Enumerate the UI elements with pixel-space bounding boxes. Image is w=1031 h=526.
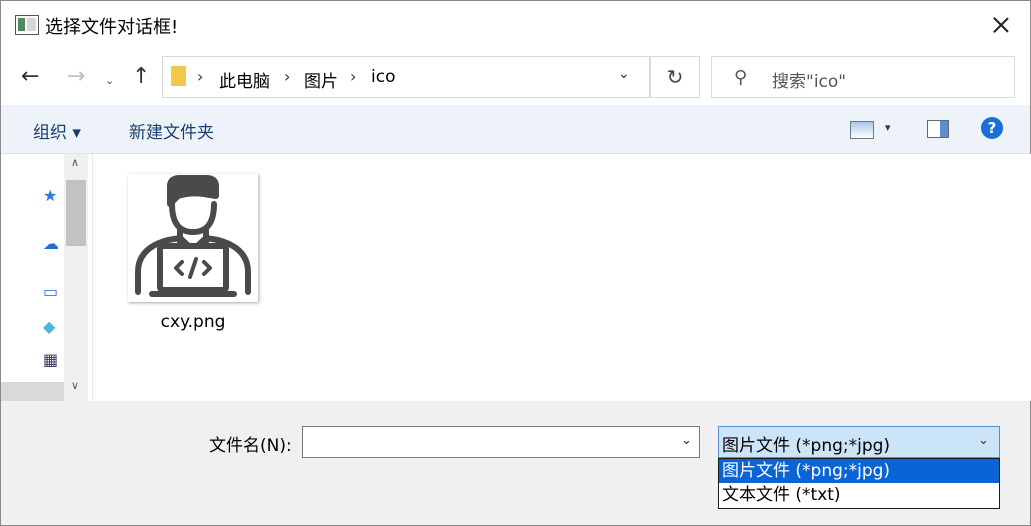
close-button[interactable] — [972, 1, 1030, 49]
videos-icon[interactable]: ▦ — [43, 350, 58, 369]
title-bar: 选择文件对话框! — [1, 1, 1030, 49]
forward-button[interactable]: → — [67, 66, 85, 88]
navigation-bar: ← → ⌄ ↑ › 此电脑 › 图片 › ico ⌄ ↻ ⚲ 搜索"ico" — [1, 49, 1030, 105]
breadcrumb-separator: › — [197, 67, 204, 86]
app-icon — [15, 15, 39, 35]
new-folder-button[interactable]: 新建文件夹 — [129, 118, 214, 143]
filetype-dropdown-list[interactable]: 图片文件 (*png;*jpg) 文本文件 (*txt) — [718, 458, 1000, 509]
back-button[interactable]: ← — [21, 66, 39, 88]
file-dialog-window: 选择文件对话框! ← → ⌄ ↑ › 此电脑 › 图片 › ico ⌄ ↻ ⚲ … — [0, 0, 1031, 526]
address-dropdown-icon[interactable]: ⌄ — [618, 66, 630, 82]
filetype-option-images[interactable]: 图片文件 (*png;*jpg) — [719, 459, 999, 483]
scroll-thumb[interactable] — [66, 180, 86, 246]
filetype-selected-value: 图片文件 (*png;*jpg) — [722, 436, 891, 456]
up-button[interactable]: ↑ — [132, 66, 150, 88]
address-bar[interactable]: › 此电脑 › 图片 › ico ⌄ — [162, 56, 650, 98]
breadcrumb-ico[interactable]: ico — [371, 67, 395, 87]
refresh-button[interactable]: ↻ — [650, 56, 700, 98]
filetype-select[interactable]: 图片文件 (*png;*jpg) ⌄ — [718, 426, 1000, 458]
footer-panel: 文件名(N): ⌄ 图片文件 (*png;*jpg) ⌄ 图片文件 (*png;… — [1, 401, 1030, 525]
view-options-dropdown[interactable]: ▾ — [885, 121, 891, 134]
scroll-down-icon[interactable]: ∨ — [71, 379, 79, 392]
file-name: cxy.png — [160, 312, 226, 332]
onedrive-cloud-icon[interactable]: ☁ — [43, 234, 59, 253]
3d-objects-icon[interactable]: ◆ — [43, 317, 55, 336]
search-icon: ⚲ — [734, 67, 748, 88]
file-list-area: cxy.png — [92, 154, 1031, 401]
quick-access-star-icon[interactable]: ★ — [43, 186, 57, 205]
filetype-option-text[interactable]: 文本文件 (*txt) — [719, 483, 999, 507]
preview-pane-icon[interactable] — [927, 120, 949, 138]
sidebar-selected-item[interactable] — [1, 382, 64, 401]
breadcrumb-this-pc[interactable]: 此电脑 — [219, 67, 270, 92]
filename-label: 文件名(N): — [209, 436, 292, 456]
breadcrumb-separator: › — [350, 67, 357, 86]
window-title: 选择文件对话框! — [45, 17, 179, 38]
search-input[interactable]: 搜索"ico" — [772, 67, 846, 92]
recent-locations-button[interactable]: ⌄ — [105, 70, 114, 92]
help-icon[interactable]: ? — [981, 117, 1003, 139]
command-toolbar: 组织 ▾ 新建文件夹 ▾ ? — [1, 105, 1030, 154]
file-item[interactable]: cxy.png — [126, 172, 260, 342]
navigation-pane: ★ ☁ ▭ ◆ ▦ ∧ ∨ — [1, 154, 91, 401]
organize-button[interactable]: 组织 ▾ — [33, 118, 81, 143]
view-options-icon[interactable] — [850, 121, 874, 139]
this-pc-icon[interactable]: ▭ — [43, 282, 58, 301]
sidebar-scrollbar[interactable]: ∧ ∨ — [64, 154, 88, 401]
breadcrumb-separator: › — [284, 67, 291, 86]
breadcrumb-pictures[interactable]: 图片 — [304, 67, 338, 92]
folder-icon — [171, 66, 186, 86]
chevron-down-icon[interactable]: ⌄ — [978, 433, 989, 448]
search-box[interactable]: ⚲ 搜索"ico" — [711, 56, 1015, 98]
filename-dropdown-icon[interactable]: ⌄ — [681, 433, 692, 448]
developer-laptop-thumbnail-icon — [128, 174, 258, 302]
scroll-up-icon[interactable]: ∧ — [71, 156, 79, 169]
filename-input[interactable]: ⌄ — [302, 426, 700, 458]
